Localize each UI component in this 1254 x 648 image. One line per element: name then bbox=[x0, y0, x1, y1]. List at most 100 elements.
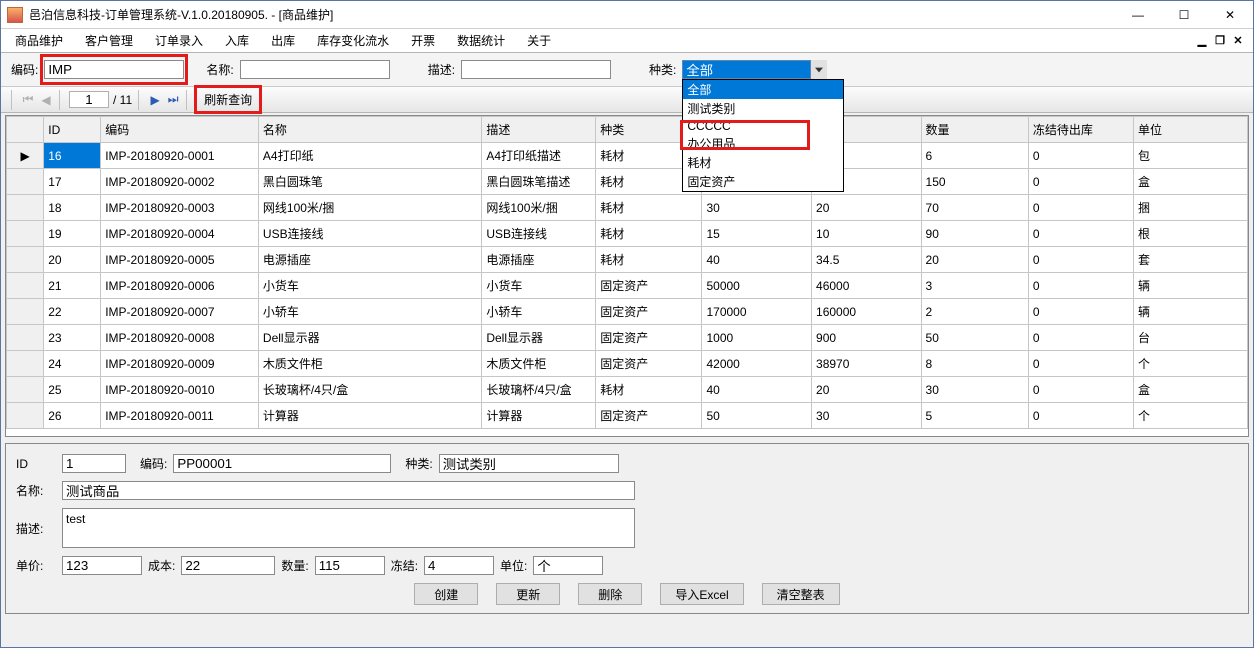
create-button[interactable]: 创建 bbox=[414, 583, 478, 605]
delete-button[interactable]: 删除 bbox=[578, 583, 642, 605]
menu-product-maintain[interactable]: 商品维护 bbox=[5, 29, 73, 52]
type-option-office[interactable]: 办公用品 bbox=[683, 134, 843, 153]
nav-first-icon[interactable]: ⏮ bbox=[21, 93, 35, 107]
edit-name-input[interactable] bbox=[62, 481, 635, 500]
row-header[interactable] bbox=[7, 299, 44, 325]
update-button[interactable]: 更新 bbox=[496, 583, 560, 605]
table-cell[interactable]: 46000 bbox=[812, 273, 922, 299]
mdi-close-icon[interactable]: ✕ bbox=[1231, 34, 1245, 47]
menu-statistics[interactable]: 数据统计 bbox=[447, 29, 515, 52]
table-cell[interactable]: IMP-20180920-0004 bbox=[101, 221, 259, 247]
table-row[interactable]: 26IMP-20180920-0011计算器计算器固定资产503050个 bbox=[7, 403, 1248, 429]
nav-prev-icon[interactable]: ◀ bbox=[39, 93, 53, 107]
mdi-restore-icon[interactable]: ❐ bbox=[1213, 34, 1227, 47]
edit-id-input[interactable] bbox=[62, 454, 126, 473]
table-cell[interactable]: 长玻璃杯/4只/盒 bbox=[258, 377, 481, 403]
table-cell[interactable]: 网线100米/捆 bbox=[258, 195, 481, 221]
table-cell[interactable]: 24 bbox=[44, 351, 101, 377]
table-cell[interactable]: IMP-20180920-0010 bbox=[101, 377, 259, 403]
edit-type-input[interactable] bbox=[439, 454, 619, 473]
mdi-minimize-icon[interactable]: ▁ bbox=[1195, 34, 1209, 47]
table-cell[interactable]: A4打印纸 bbox=[258, 143, 481, 169]
table-cell[interactable]: A4打印纸描述 bbox=[482, 143, 596, 169]
table-cell[interactable]: 2 bbox=[921, 299, 1028, 325]
table-cell[interactable]: 3 bbox=[921, 273, 1028, 299]
table-cell[interactable]: 固定资产 bbox=[596, 403, 702, 429]
table-cell[interactable]: USB连接线 bbox=[482, 221, 596, 247]
table-row[interactable]: ▶16IMP-20180920-0001A4打印纸A4打印纸描述耗材4060包 bbox=[7, 143, 1248, 169]
table-cell[interactable]: 耗材 bbox=[596, 195, 702, 221]
table-cell[interactable]: 8 bbox=[921, 351, 1028, 377]
table-row[interactable]: 22IMP-20180920-0007小轿车小轿车固定资产17000016000… bbox=[7, 299, 1248, 325]
table-cell[interactable]: 40 bbox=[702, 377, 812, 403]
table-cell[interactable]: 20 bbox=[44, 247, 101, 273]
table-cell[interactable]: Dell显示器 bbox=[258, 325, 481, 351]
product-grid[interactable]: ID 编码 名称 描述 种类 单价 数量 冻结待出库 单位 ▶16IMP-201… bbox=[5, 115, 1249, 437]
table-row[interactable]: 20IMP-20180920-0005电源插座电源插座耗材4034.5200套 bbox=[7, 247, 1248, 273]
close-button[interactable]: ✕ bbox=[1207, 1, 1253, 29]
table-cell[interactable]: 小轿车 bbox=[482, 299, 596, 325]
table-cell[interactable]: 0 bbox=[1028, 273, 1133, 299]
table-cell[interactable]: 0 bbox=[1028, 195, 1133, 221]
table-cell[interactable]: 根 bbox=[1134, 221, 1248, 247]
table-cell[interactable]: 0 bbox=[1028, 143, 1133, 169]
table-cell[interactable]: 盒 bbox=[1134, 377, 1248, 403]
table-cell[interactable]: 网线100米/捆 bbox=[482, 195, 596, 221]
menu-stock-out[interactable]: 出库 bbox=[261, 29, 305, 52]
type-option-fixed-asset[interactable]: 固定资产 bbox=[683, 172, 843, 191]
table-cell[interactable]: 0 bbox=[1028, 221, 1133, 247]
menu-stock-change[interactable]: 库存变化流水 bbox=[307, 29, 399, 52]
table-cell[interactable]: 50 bbox=[702, 403, 812, 429]
table-cell[interactable]: 台 bbox=[1134, 325, 1248, 351]
table-cell[interactable]: 30 bbox=[921, 377, 1028, 403]
menu-stock-in[interactable]: 入库 bbox=[215, 29, 259, 52]
table-cell[interactable]: 23 bbox=[44, 325, 101, 351]
table-cell[interactable]: 小货车 bbox=[258, 273, 481, 299]
table-cell[interactable]: 辆 bbox=[1134, 299, 1248, 325]
col-name[interactable]: 名称 bbox=[258, 117, 481, 143]
col-unit[interactable]: 单位 bbox=[1134, 117, 1248, 143]
row-header[interactable] bbox=[7, 195, 44, 221]
table-cell[interactable]: 捆 bbox=[1134, 195, 1248, 221]
row-header[interactable] bbox=[7, 273, 44, 299]
table-cell[interactable]: 0 bbox=[1028, 377, 1133, 403]
table-cell[interactable]: 长玻璃杯/4只/盒 bbox=[482, 377, 596, 403]
table-cell[interactable]: 16 bbox=[44, 143, 101, 169]
edit-freeze-input[interactable] bbox=[424, 556, 494, 575]
table-cell[interactable]: 黑白圆珠笔 bbox=[258, 169, 481, 195]
table-cell[interactable]: 0 bbox=[1028, 403, 1133, 429]
table-cell[interactable]: 固定资产 bbox=[596, 299, 702, 325]
refresh-query-button[interactable]: 刷新查询 bbox=[196, 89, 260, 110]
table-cell[interactable]: IMP-20180920-0009 bbox=[101, 351, 259, 377]
table-cell[interactable]: 计算器 bbox=[258, 403, 481, 429]
edit-code-input[interactable] bbox=[173, 454, 391, 473]
table-cell[interactable]: Dell显示器 bbox=[482, 325, 596, 351]
row-header[interactable] bbox=[7, 247, 44, 273]
table-cell[interactable]: 固定资产 bbox=[596, 351, 702, 377]
table-cell[interactable]: 170000 bbox=[702, 299, 812, 325]
table-cell[interactable]: 10 bbox=[812, 221, 922, 247]
table-cell[interactable]: 70 bbox=[921, 195, 1028, 221]
table-cell[interactable]: 木质文件柜 bbox=[258, 351, 481, 377]
table-cell[interactable]: 小轿车 bbox=[258, 299, 481, 325]
type-option-test[interactable]: 测试类别 bbox=[683, 99, 843, 118]
type-option-all[interactable]: 全部 bbox=[683, 80, 843, 99]
table-cell[interactable]: 26 bbox=[44, 403, 101, 429]
table-row[interactable]: 23IMP-20180920-0008Dell显示器Dell显示器固定资产100… bbox=[7, 325, 1248, 351]
col-freeze[interactable]: 冻结待出库 bbox=[1028, 117, 1133, 143]
type-option-ccccc[interactable]: CCCCC bbox=[683, 118, 843, 134]
table-cell[interactable]: 0 bbox=[1028, 325, 1133, 351]
table-cell[interactable]: 辆 bbox=[1134, 273, 1248, 299]
table-cell[interactable]: IMP-20180920-0002 bbox=[101, 169, 259, 195]
table-cell[interactable]: 150 bbox=[921, 169, 1028, 195]
table-cell[interactable]: IMP-20180920-0001 bbox=[101, 143, 259, 169]
edit-qty-input[interactable] bbox=[315, 556, 385, 575]
table-cell[interactable]: 固定资产 bbox=[596, 325, 702, 351]
menu-order-entry[interactable]: 订单录入 bbox=[145, 29, 213, 52]
table-cell[interactable]: 50 bbox=[921, 325, 1028, 351]
col-id[interactable]: ID bbox=[44, 117, 101, 143]
table-cell[interactable]: 5 bbox=[921, 403, 1028, 429]
table-cell[interactable]: 17 bbox=[44, 169, 101, 195]
table-cell[interactable]: 20 bbox=[812, 195, 922, 221]
edit-cost-input[interactable] bbox=[181, 556, 275, 575]
